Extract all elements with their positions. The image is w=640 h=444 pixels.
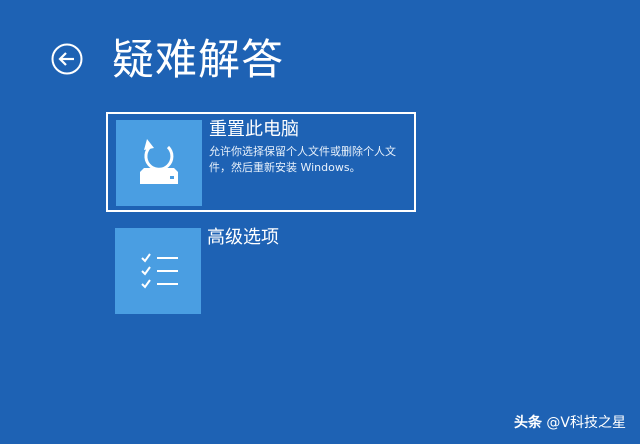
watermark-brand: 头条 xyxy=(513,415,542,431)
watermark-account: @V科技之星 xyxy=(546,415,626,431)
reset-pc-description: 允许你选择保留个人文件或删除个人文件，然后重新安装 Windows。 xyxy=(209,145,396,174)
advanced-options-title: 高级选项 xyxy=(207,227,279,248)
advanced-options-tile xyxy=(115,228,201,314)
reset-pc-title: 重置此电脑 xyxy=(209,119,299,140)
page-title: 疑难解答 xyxy=(112,35,285,84)
reset-pc-icon xyxy=(140,139,178,184)
back-button[interactable] xyxy=(50,42,84,76)
reset-pc-tile xyxy=(116,120,202,206)
watermark: 头条 @V科技之星 xyxy=(514,412,626,432)
advanced-options-option[interactable]: 高级选项 xyxy=(106,222,416,322)
reset-pc-option[interactable]: 重置此电脑 允许你选择保留个人文件或删除个人文件，然后重新安装 Windows。 xyxy=(106,112,416,212)
back-arrow-icon xyxy=(51,43,83,75)
checklist-icon xyxy=(141,253,178,289)
